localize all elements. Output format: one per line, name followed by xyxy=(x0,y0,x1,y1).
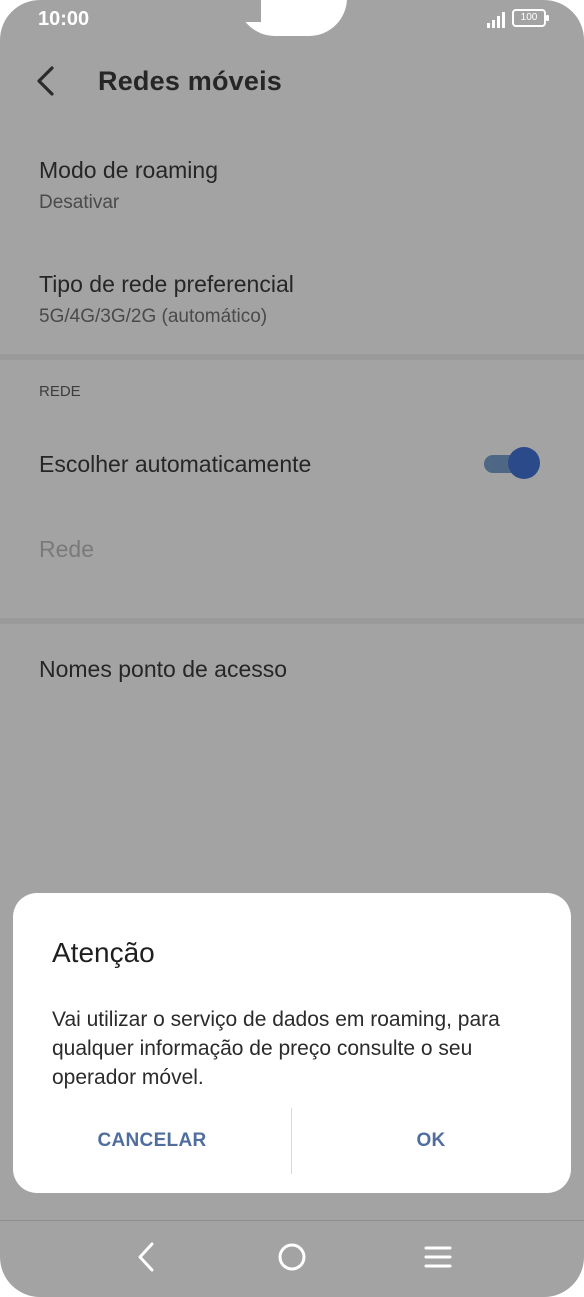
section-divider xyxy=(0,618,584,624)
auto-select-toggle[interactable] xyxy=(482,446,542,480)
status-time: 10:00 xyxy=(38,8,90,30)
nav-home-icon[interactable] xyxy=(272,1237,312,1277)
network-item: Rede xyxy=(39,536,94,563)
chevron-left-icon[interactable] xyxy=(30,64,64,98)
toggle-thumb xyxy=(508,447,540,479)
apn-title: Nomes ponto de acesso xyxy=(39,656,288,682)
roaming-mode-title: Modo de roaming xyxy=(39,157,218,183)
page-title: Redes móveis xyxy=(98,66,282,96)
auto-select-item[interactable]: Escolher automaticamente xyxy=(39,451,311,478)
nav-back-icon[interactable] xyxy=(126,1237,166,1277)
roaming-mode-value: Desativar xyxy=(39,192,120,213)
status-bar: 10:00 100 xyxy=(0,0,584,40)
dialog-message: Vai utilizar o serviço de dados em roami… xyxy=(52,1008,500,1089)
cancel-button[interactable]: CANCELAR xyxy=(13,1111,291,1171)
preferred-network-type-title: Tipo de rede preferencial xyxy=(39,271,294,297)
auto-select-title: Escolher automaticamente xyxy=(39,451,312,477)
phone-screen: 10:00 100 Redes móveis Modo de roaming D… xyxy=(0,0,584,1297)
ok-button[interactable]: OK xyxy=(292,1111,570,1171)
dialog-title: Atenção xyxy=(52,937,155,968)
nav-menu-icon[interactable] xyxy=(418,1237,458,1277)
roaming-mode-item[interactable]: Modo de roaming Desativar xyxy=(39,157,218,214)
navigation-bar xyxy=(0,1220,584,1297)
signal-icon xyxy=(487,12,505,28)
preferred-network-type-item[interactable]: Tipo de rede preferencial 5G/4G/3G/2G (a… xyxy=(39,271,294,328)
section-label-network: REDE xyxy=(39,383,81,400)
preferred-network-type-value: 5G/4G/3G/2G (automático) xyxy=(39,306,268,327)
battery-icon: 100 xyxy=(512,9,549,27)
apn-item[interactable]: Nomes ponto de acesso xyxy=(39,656,287,683)
section-divider xyxy=(0,354,584,360)
battery-level: 100 xyxy=(520,12,538,23)
roaming-warning-dialog: Atenção Vai utilizar o serviço de dados … xyxy=(13,893,571,1193)
network-title: Rede xyxy=(39,536,94,562)
